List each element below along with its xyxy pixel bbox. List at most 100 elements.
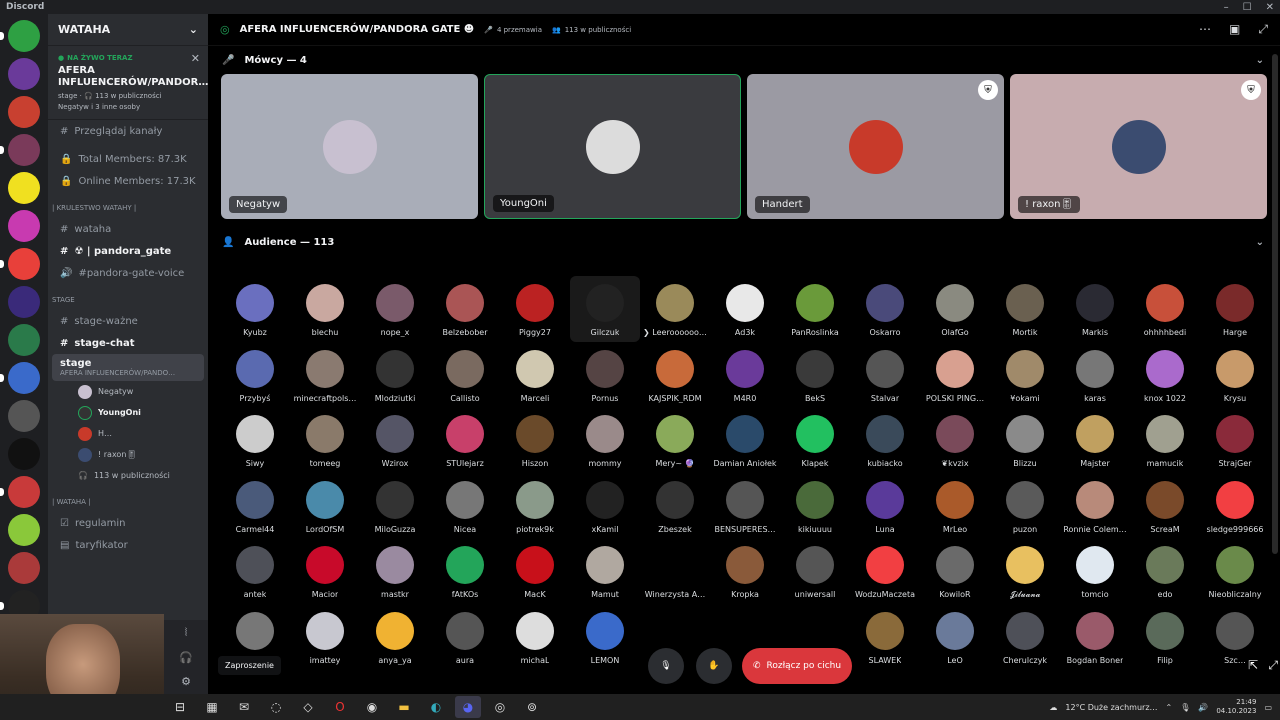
audience-member[interactable]: edo [1130,538,1200,604]
steam-icon[interactable]: ◎ [487,696,513,718]
weather-label[interactable]: 12°C Duże zachmurz… [1065,703,1157,712]
audience-member[interactable]: LEMON [570,604,640,670]
store-icon[interactable]: ▦ [199,696,225,718]
audience-member[interactable]: tomeeg [290,407,360,473]
guild-header[interactable]: WATAHA ⌄ [48,14,208,46]
volume-icon[interactable]: 🔊 [1198,703,1208,712]
server-icon[interactable] [8,324,40,356]
server-icon[interactable] [8,552,40,584]
audience-member[interactable]: mommy [570,407,640,473]
server-icon[interactable] [8,400,40,432]
speaker-tile[interactable]: ! raxon🎚 ⛨ [1010,74,1267,219]
audience-member[interactable]: Siwy [220,407,290,473]
audience-member[interactable]: puzon [990,473,1060,539]
channel-wataha[interactable]: # wataha [48,218,208,240]
audience-member[interactable]: Cherulczyk [990,604,1060,670]
category-krulestwo[interactable]: | KRULESTWO WATAHY | [48,198,208,218]
raise-hand-button[interactable]: ✋ [696,648,732,684]
audience-member[interactable]: Gilczuk [570,276,640,342]
discord-icon[interactable]: ◕ [455,696,481,718]
audience-member[interactable]: Kropka [710,538,780,604]
audience-member[interactable]: Klapek [780,407,850,473]
audience-member[interactable]: Stalvar [850,342,920,408]
audience-member[interactable]: michaL [500,604,570,670]
speaker-tile[interactable]: YoungOni [484,74,741,219]
audience-member[interactable]: PanRoslinka [780,276,850,342]
audience-member[interactable]: LeO [920,604,990,670]
audience-member[interactable]: tomcio [1060,538,1130,604]
channel-pandora-voice[interactable]: 🔊 #pandora-gate-voice [48,262,208,284]
notification-icon[interactable]: ▭ [1264,703,1272,712]
audience-member[interactable]: MacK [500,538,570,604]
audience-member[interactable]: minecraftpols… [290,342,360,408]
channel-regulamin[interactable]: ☑ regulamin [48,512,208,534]
audience-member[interactable]: Nieobliczalny [1200,538,1270,604]
audience-member[interactable]: Ad3k [710,276,780,342]
mouse-app-icon[interactable]: ◌ [263,696,289,718]
audience-member[interactable]: KAJSPIK_RDM [640,342,710,408]
audience-member[interactable]: 𝓙𝓲𝓵𝓾𝓪𝓷𝓪 [990,538,1060,604]
audience-member[interactable]: Mlodziutki [360,342,430,408]
audience-member[interactable]: aura [430,604,500,670]
channel-pandora-gate[interactable]: # ☢ | pandora_gate [48,240,208,262]
mic-tray-icon[interactable]: 🎙 [1180,703,1190,712]
popout-icon[interactable]: ▣ [1229,22,1240,37]
audience-member[interactable]: knox 1022 [1130,342,1200,408]
server-icon[interactable] [0,476,40,508]
live-stage-panel[interactable]: ● NA ŻYWO TERAZ AFERA INFLUENCERÓW/PANDOR… [48,46,208,120]
audience-member[interactable]: Pornus [570,342,640,408]
audience-member[interactable]: Hiszon [500,407,570,473]
audience-member[interactable]: POLSKI PING… [920,342,990,408]
audience-member[interactable]: SLAWEK [850,604,920,670]
audience-member[interactable]: nope_x [360,276,430,342]
audience-member[interactable]: Callisto [430,342,500,408]
audience-member[interactable]: StrajGer [1200,407,1270,473]
audience-member[interactable]: kikiuuuu [780,473,850,539]
opera-icon[interactable]: O [327,696,353,718]
audience-member[interactable]: M4R0 [710,342,780,408]
audience-member[interactable]: antek [220,538,290,604]
audience-member[interactable]: Szc… [1200,604,1270,670]
audience-member[interactable]: Macior [290,538,360,604]
audience-member[interactable]: Wzirox [360,407,430,473]
audience-member[interactable]: blechu [290,276,360,342]
app-icon[interactable]: ◇ [295,696,321,718]
chevron-up-icon[interactable]: ⌃ [1166,703,1173,712]
audience-member[interactable]: Mery~ 🔮 [640,407,710,473]
server-icon[interactable] [8,514,40,546]
audience-member[interactable]: ❦kvzix [920,407,990,473]
voice-user[interactable]: H… [48,423,208,444]
server-icon[interactable] [0,20,40,52]
audience-member[interactable]: xKamil [570,473,640,539]
audience-member[interactable]: Filip [1130,604,1200,670]
scrollbar[interactable] [1272,54,1278,554]
browse-channels[interactable]: # Przeglądaj kanały [48,120,208,142]
channel-taryfikator[interactable]: ▤ taryfikator [48,534,208,556]
server-icon[interactable] [8,58,40,90]
close-live-icon[interactable]: ✕ [191,52,200,65]
audience-member[interactable]: Oskarro [850,276,920,342]
audience-member[interactable]: Krysu [1200,342,1270,408]
channel-stage-chat[interactable]: # stage-chat [48,332,208,354]
audience-member[interactable]: Mortik [990,276,1060,342]
audience-member[interactable]: Blizzu [990,407,1060,473]
audience-member[interactable]: Piggy27 [500,276,570,342]
audience-member[interactable]: Markis [1060,276,1130,342]
soundboard-icon[interactable]: ⦚ [185,626,187,640]
close-icon[interactable]: ✕ [1266,2,1274,13]
audience-member[interactable]: piotrek9k [500,473,570,539]
maximize-icon[interactable]: ☐ [1243,2,1252,13]
obs-icon[interactable]: ⊚ [519,696,545,718]
audience-member[interactable]: sledge999666 [1200,473,1270,539]
channel-stage-selected[interactable]: stage AFERA INFLUENCERÓW/PANDO… [52,354,204,381]
server-icon[interactable] [8,172,40,204]
audience-member[interactable]: Majster [1060,407,1130,473]
audience-member[interactable]: Marceli [500,342,570,408]
server-icon[interactable] [8,438,40,470]
speaker-tile[interactable]: Handert ⛨ [747,74,1004,219]
audience-member[interactable]: WodzuMaczeta [850,538,920,604]
audience-member[interactable]: BekS [780,342,850,408]
invite-tooltip[interactable]: Zaproszenie [218,656,281,675]
audience-member[interactable]: mastkr [360,538,430,604]
audience-member[interactable]: STUlejarz [430,407,500,473]
